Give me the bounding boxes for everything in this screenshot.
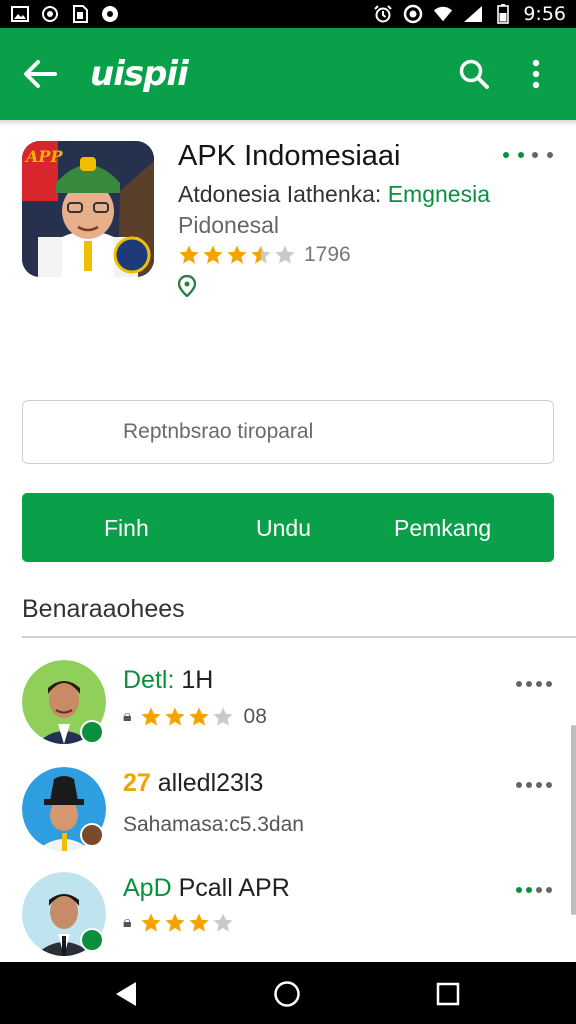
item-title-accent: ApD [123,874,172,902]
item-meta: 🔒︎ [123,912,234,934]
item-stars [140,706,234,728]
star-full-icon [227,245,247,264]
app-title: APK Indomesiaai [178,140,401,172]
nav-home-button[interactable] [265,972,309,1016]
nav-recents-button[interactable] [426,972,470,1016]
wifi-icon [433,5,453,23]
rating-count: 1796 [304,243,351,266]
download-button[interactable]: Undu [256,515,311,542]
star-full-icon [164,707,185,726]
search-icon [459,59,489,89]
more-dot [517,152,524,158]
star-full-icon [179,245,199,264]
navigation-bar [0,962,576,1024]
list-item[interactable]: ApD Pcall APR 🔒︎ [0,868,576,964]
app-subtitle: Pidonesal [178,212,280,238]
item-meta-number: 08 [243,705,267,728]
action-bar: Finh Undu Pemkang [22,493,554,562]
back-button[interactable] [14,48,66,100]
item-title-rest: alledl23l3 [150,769,264,797]
app-rating: 1796 [178,243,351,267]
app-logo: uispii [90,54,189,94]
app-more-button[interactable] [503,140,553,170]
scrollbar[interactable] [571,725,576,915]
more-vert-icon [532,59,540,89]
more-dot [532,152,539,158]
item-more-button[interactable] [516,674,552,694]
status-right-icons: 9:56 [373,3,566,25]
ring-icon [403,4,423,24]
star-full-icon [188,913,209,932]
item-more-button[interactable] [516,880,552,900]
item-meta: Sahamasa:c5.3dan [123,813,304,837]
item-title: Detl: 1H [123,666,213,695]
action-left-button[interactable]: Finh [104,515,149,542]
item-more-button[interactable] [516,775,552,795]
app-icon[interactable]: APP [22,141,154,277]
search-input[interactable] [22,400,554,464]
app-developer-accent: Emgnesia [387,181,490,207]
rating-stars [178,244,296,266]
more-dot [546,152,553,158]
sim-icon [70,5,90,23]
lock-icon: 🔒︎ [123,708,132,725]
item-title-accent: 27 [123,769,151,797]
section-title: Benaraaohees [22,595,185,623]
star-full-icon [188,707,209,726]
nav-recents-icon [436,982,460,1006]
status-bar: 9:56 [0,0,576,28]
action-right-button[interactable]: Pemkang [394,515,491,542]
star-full-icon [140,707,161,726]
list-item[interactable]: 27 alledl23l3 Sahamasa:c5.3dan [0,763,576,859]
item-title-accent: Detl: [123,666,175,694]
item-title-rest: 1H [174,666,214,694]
toolbar-shadow [0,120,576,126]
item-badge [80,823,104,847]
verified-badge [80,720,104,744]
star-full-icon [140,913,161,932]
item-meta: 🔒︎ 08 [123,705,267,729]
gallery-icon [10,5,30,23]
star-empty-icon [212,707,233,726]
section-divider [22,636,576,638]
app-developer-prefix: Atdonesia Iathenka: [178,181,388,207]
nav-home-icon [274,981,300,1007]
lock-icon: 🔒︎ [123,914,132,931]
item-meta-text: Sahamasa:c5.3dan [123,813,304,836]
app-icon-badge-text: APP [26,147,63,166]
item-title: 27 alledl23l3 [123,769,263,798]
app-developer[interactable]: Atdonesia Iathenka: Emgnesia [178,181,490,208]
notification-icon [100,5,120,23]
item-stars [140,912,234,934]
list-item[interactable]: Detl: 1H 🔒︎ 08 [0,656,576,752]
overflow-menu-button[interactable] [510,48,562,100]
alarm-icon [373,5,393,23]
search-button[interactable] [448,48,500,100]
app-toolbar: uispii [0,28,576,120]
star-empty-icon [212,913,233,932]
verified-badge [80,928,104,952]
item-title: ApD Pcall APR [123,874,290,903]
back-arrow-icon [24,60,57,88]
nav-back-button[interactable] [104,972,148,1016]
nav-back-icon [116,982,136,1006]
item-title-rest: Pcall APR [171,874,290,902]
sync-icon [40,5,60,23]
more-dot [503,152,509,158]
battery-icon [493,4,513,24]
star-full-icon [203,245,223,264]
location-pin-icon [178,275,196,297]
star-half-icon [251,245,271,264]
signal-icon [463,5,483,23]
star-full-icon [164,913,185,932]
status-time: 9:56 [523,3,566,25]
status-left-icons [10,5,120,23]
star-empty-icon [275,245,295,264]
